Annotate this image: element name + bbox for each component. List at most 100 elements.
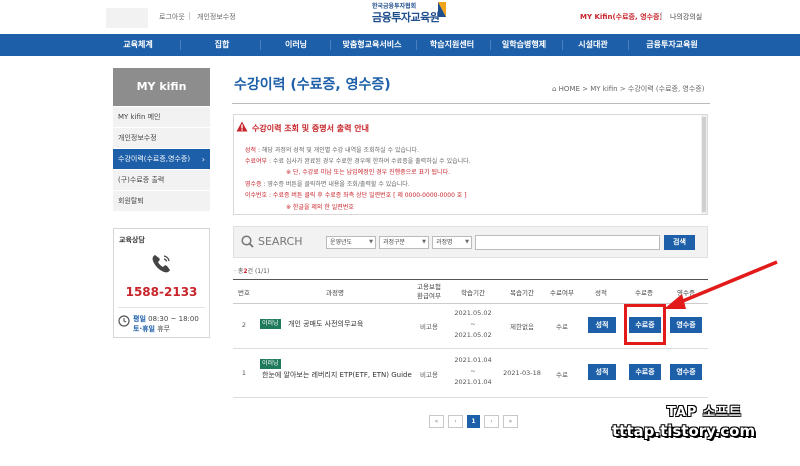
total-count: · 총2건 (1/1) (234, 268, 270, 275)
breadcrumb-text[interactable]: HOME > MY kifin > 수강이력 (수료증, 영수증) (559, 85, 705, 93)
pagination-prev-button[interactable]: ‹ (448, 415, 463, 428)
divider (232, 103, 710, 104)
search-input[interactable] (475, 235, 660, 250)
certificate-button[interactable]: 수료증 (629, 364, 661, 380)
nav-divider (416, 40, 417, 50)
scrollbar-thumb[interactable] (702, 117, 706, 212)
row-divider (233, 348, 708, 349)
sidebar-item-label: 회원탈퇴 (118, 197, 144, 205)
phone-icon (152, 255, 170, 273)
sidebar-item-main[interactable]: MY kifin 메인 (113, 107, 210, 128)
cell-period-end: 2021.05.02 (454, 331, 492, 339)
col-header-status: 수료여부 (550, 289, 574, 297)
row-divider (233, 397, 708, 398)
sidebar-title: MY kifin (113, 68, 210, 106)
year-select[interactable]: 운영년도 ▼ (326, 236, 376, 249)
course-title[interactable]: 한눈에 알아보는 레버리지 ETP(ETF, ETN) Guide (262, 370, 412, 380)
cell-period-sep: ~ (470, 320, 476, 328)
hours-weekday-label: 평일 (133, 315, 146, 323)
phone-number: 1588-2133 (125, 285, 198, 299)
clock-icon (118, 315, 130, 327)
col-header-review: 복습기간 (510, 289, 534, 297)
nav-item-curriculum[interactable]: 교육체계 (108, 34, 168, 56)
col-header-grade: 성적 (595, 289, 607, 297)
notice-line: ※ 한글을 제외 한 일련번호 (286, 204, 354, 211)
cell-review: 제한없음 (510, 323, 534, 331)
nav-divider (490, 40, 491, 50)
nav-item-facility-rental[interactable]: 시설대관 (564, 34, 622, 56)
sidebar-item-edit-profile[interactable]: 개인정보수정 (113, 128, 210, 149)
course-tag: 이러닝 (260, 319, 281, 329)
sidebar-item-course-history[interactable]: 수강이력(수료증,영수증) › (113, 149, 210, 170)
col-header-no: 번호 (238, 289, 250, 297)
table-top-rule (233, 279, 708, 280)
my-classroom-link[interactable]: 나의강의실 (670, 12, 702, 22)
nav-item-custom-education[interactable]: 맞춤형교육서비스 (332, 34, 412, 56)
cell-status: 수료 (556, 371, 568, 379)
warning-icon (236, 121, 248, 132)
notice-line: 이수번호 : 수료증 버튼 클릭 후 수료증 좌측 상단 일련번호 [ 제 00… (245, 192, 467, 199)
col-header-refund: 고용보험 환급여부 (417, 283, 441, 300)
logout-link[interactable]: 로그아웃 (159, 12, 185, 22)
col-header-course: 과정명 (326, 289, 344, 297)
cell-period-start: 2021.05.02 (454, 309, 492, 317)
chevron-right-icon: › (201, 155, 205, 164)
cell-refund: 비고용 (420, 371, 438, 379)
search-panel: SEARCH 운영년도 ▼ 과정구분 ▼ 과정명 ▼ 검색 (233, 226, 708, 258)
nav-divider (260, 40, 261, 50)
col-header-period: 학습기간 (461, 289, 485, 297)
pagination-first-button[interactable]: « (429, 415, 444, 428)
nav-item-classroom[interactable]: 집합 (196, 34, 248, 56)
brand-title[interactable]: 금융투자교육원 (372, 9, 440, 25)
hours-holiday: 토·휴일 휴무 (133, 324, 170, 334)
course-tag: 이러닝 (260, 359, 281, 369)
cell-period-start: 2021.01.04 (454, 356, 492, 364)
consultation-box: 교육상담 1588-2133 평일 08:30 ~ 18:00 토·휴일 휴무 (113, 228, 210, 338)
course-name-select[interactable]: 과정명 ▼ (432, 236, 472, 249)
sidebar-menu: MY kifin 메인 개인정보수정 수강이력(수료증,영수증) › (구)수료증… (113, 107, 210, 212)
nav-divider (330, 40, 331, 50)
course-type-select[interactable]: 과정구분 ▼ (379, 236, 429, 249)
nav-item-institute[interactable]: 금융투자교육원 (632, 34, 712, 56)
receipt-button[interactable]: 영수증 (670, 364, 702, 380)
notice-line: ※ 단, 수강료 미납 또는 납입예정인 경우 진행중으로 표기 됩니다. (286, 169, 451, 176)
cell-refund: 비고용 (420, 323, 438, 331)
watermark-url: tttap.tistory.com (612, 422, 756, 440)
cell-period-end: 2021.01.04 (454, 378, 492, 386)
nav-item-learning-support[interactable]: 학습지원센터 (420, 34, 484, 56)
edit-profile-link[interactable]: 개인정보수정 (197, 12, 236, 22)
notice-line: 성적 : 해당 과정의 성적 및 개인별 수강 내역을 조회하실 수 있습니다. (245, 147, 419, 154)
page-title: 수강이력 (수료증, 영수증) (234, 77, 391, 93)
pagination-page-1[interactable]: 1 (467, 415, 480, 428)
nav-divider (628, 40, 629, 50)
grade-button[interactable]: 성적 (588, 317, 616, 333)
annotation-arrow-icon (664, 260, 778, 309)
my-kifin-link[interactable]: MY Kifin(수료증, 영수증) (580, 12, 663, 22)
search-button[interactable]: 검색 (664, 235, 695, 250)
sidebar-item-label: 수강이력(수료증,영수증) (118, 155, 191, 163)
pagination-last-button[interactable]: » (503, 415, 518, 428)
dropdown-arrow-icon: ▼ (422, 239, 426, 245)
pagination-next-button[interactable]: › (484, 415, 499, 428)
grade-button[interactable]: 성적 (588, 364, 616, 380)
breadcrumb: ⌂ HOME > MY kifin > 수강이력 (수료증, 영수증) (552, 84, 704, 94)
nav-item-work-study[interactable]: 일학습병행제 (492, 34, 556, 56)
nav-item-elearning[interactable]: 이러닝 (270, 34, 322, 56)
hours-holiday-label: 토·휴일 (133, 325, 155, 333)
nav-divider (562, 40, 563, 50)
sidebar-item-withdraw[interactable]: 회원탈퇴 (113, 191, 210, 212)
main-navigation: 교육체계 집합 이러닝 맞춤형교육서비스 학습지원센터 일학습병행제 시설대관 … (0, 34, 800, 56)
course-title[interactable]: 개인 공매도 사전의무교육 (288, 319, 363, 329)
notice-line: 영수증 : 영수증 버튼을 클릭하면 내용을 조회/출력할 수 있습니다. (245, 181, 410, 188)
sidebar-item-old-certificate[interactable]: (구)수료증 출력 (113, 170, 210, 191)
home-icon: ⌂ (552, 85, 559, 93)
divider (189, 12, 190, 20)
notice-heading: 수강이력 조회 및 증명서 출력 안내 (252, 124, 369, 133)
nav-divider (180, 40, 181, 50)
cell-review: 2021-03-18 (503, 369, 541, 377)
cell-status: 수료 (556, 323, 568, 331)
site-logo-placeholder[interactable] (106, 8, 148, 28)
cell-no: 2 (241, 321, 247, 329)
hours-holiday-value: 휴무 (157, 325, 171, 333)
cell-period-sep: ~ (470, 367, 476, 375)
